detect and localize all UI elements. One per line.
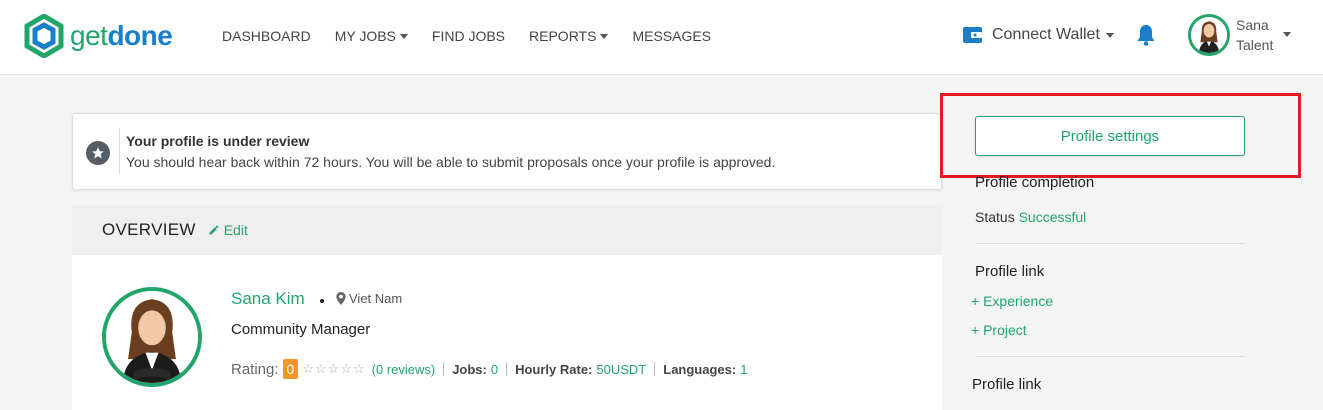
nav-messages[interactable]: MESSAGES (632, 28, 711, 44)
nav-my-jobs[interactable]: MY JOBS (335, 28, 408, 44)
caret-down-icon (1283, 31, 1292, 37)
reviews-link[interactable]: (0 reviews) (372, 362, 436, 377)
nav-reports[interactable]: REPORTS (529, 28, 609, 44)
nav-find-jobs-label: FIND JOBS (431, 28, 506, 44)
jobs-value: 0 (490, 361, 499, 377)
languages-label: Languages: (663, 361, 737, 377)
nav-messages-label: MESSAGES (632, 28, 712, 44)
map-pin-icon (336, 292, 346, 305)
profile-avatar (102, 287, 202, 387)
caret-down-icon (1105, 32, 1114, 38)
main-nav: DASHBOARD MY JOBS FIND JOBS REPORTS MESS… (222, 28, 735, 44)
notice-title: Your profile is under review (126, 133, 310, 149)
jobs-label: Jobs: (452, 361, 487, 377)
online-dot (320, 299, 324, 303)
status-value: Successful (1018, 209, 1087, 225)
edit-label: Edit (223, 222, 248, 238)
hourly-rate-label: Hourly Rate: (515, 361, 593, 377)
getdone-logo[interactable]: getdone (24, 14, 173, 58)
add-project-link[interactable]: + Project (971, 322, 1027, 338)
logo-text-done: done (107, 20, 173, 51)
user-avatar (1188, 14, 1230, 56)
add-experience-link[interactable]: + Experience (971, 293, 1053, 309)
pencil-icon (209, 225, 219, 235)
overview-header: OVERVIEW Edit (72, 205, 942, 255)
connect-wallet-label: Connect Wallet (992, 26, 1100, 43)
profile-link-title: Profile link (975, 263, 1045, 280)
notifications-bell-icon[interactable] (1136, 24, 1156, 51)
logo-text-get: get (70, 20, 108, 51)
profile-job-title: Community Manager (231, 321, 371, 338)
profile-name[interactable]: Sana Kim (231, 289, 305, 309)
nav-my-jobs-label: MY JOBS (334, 28, 396, 44)
star-icon (86, 141, 110, 165)
user-menu[interactable]: Sana Talent (1188, 14, 1292, 56)
nav-dashboard[interactable]: DASHBOARD (222, 28, 311, 44)
profile-settings-button[interactable]: Profile settings (975, 116, 1245, 156)
nav-dashboard-label: DASHBOARD (222, 28, 311, 44)
status-label: Status (975, 209, 1015, 225)
user-role: Talent (1236, 37, 1274, 53)
overview-title: OVERVIEW (102, 220, 196, 239)
person-avatar-icon (106, 291, 198, 383)
sidebar-divider (975, 243, 1245, 244)
profile-link-title-2: Profile link (972, 376, 1042, 393)
caret-down-icon (600, 33, 609, 39)
nav-reports-label: REPORTS (529, 28, 597, 44)
hourly-rate-value: 50USDT (596, 361, 647, 377)
sidebar-divider (975, 356, 1245, 357)
wallet-icon (963, 27, 982, 43)
overview-card: OVERVIEW Edit Sana Kim Viet Nam Communit… (72, 205, 942, 410)
notice-body: You should hear back within 72 hours. Yo… (126, 154, 776, 170)
stat-divider (654, 362, 656, 376)
connect-wallet-button[interactable]: Connect Wallet (962, 24, 1114, 46)
profile-completion-title: Profile completion (975, 174, 1095, 191)
profile-location: Viet Nam (336, 291, 402, 306)
notice-divider (119, 128, 120, 174)
rating-badge: 0 (282, 359, 299, 379)
profile-review-notice: Your profile is under review You should … (72, 113, 942, 190)
location-text: Viet Nam (349, 291, 403, 306)
stat-divider (506, 362, 508, 376)
top-navbar: getdone DASHBOARD MY JOBS FIND JOBS REPO… (0, 0, 1323, 75)
stat-divider (443, 362, 445, 376)
profile-status: Status Successful (975, 209, 1086, 225)
profile-stats: Rating: 0 ☆☆☆☆☆ (0 reviews) Jobs: 0 Hour… (231, 359, 747, 379)
user-first-name: Sana (1236, 17, 1269, 33)
rating-label: Rating: (231, 360, 279, 378)
edit-overview-link[interactable]: Edit (208, 222, 248, 238)
languages-value: 1 (740, 361, 748, 377)
logo-mark-icon (24, 14, 64, 58)
nav-find-jobs[interactable]: FIND JOBS (432, 28, 505, 44)
rating-stars-icon: ☆☆☆☆☆ (302, 361, 366, 376)
caret-down-icon (399, 33, 408, 39)
person-avatar-icon (1191, 17, 1227, 53)
